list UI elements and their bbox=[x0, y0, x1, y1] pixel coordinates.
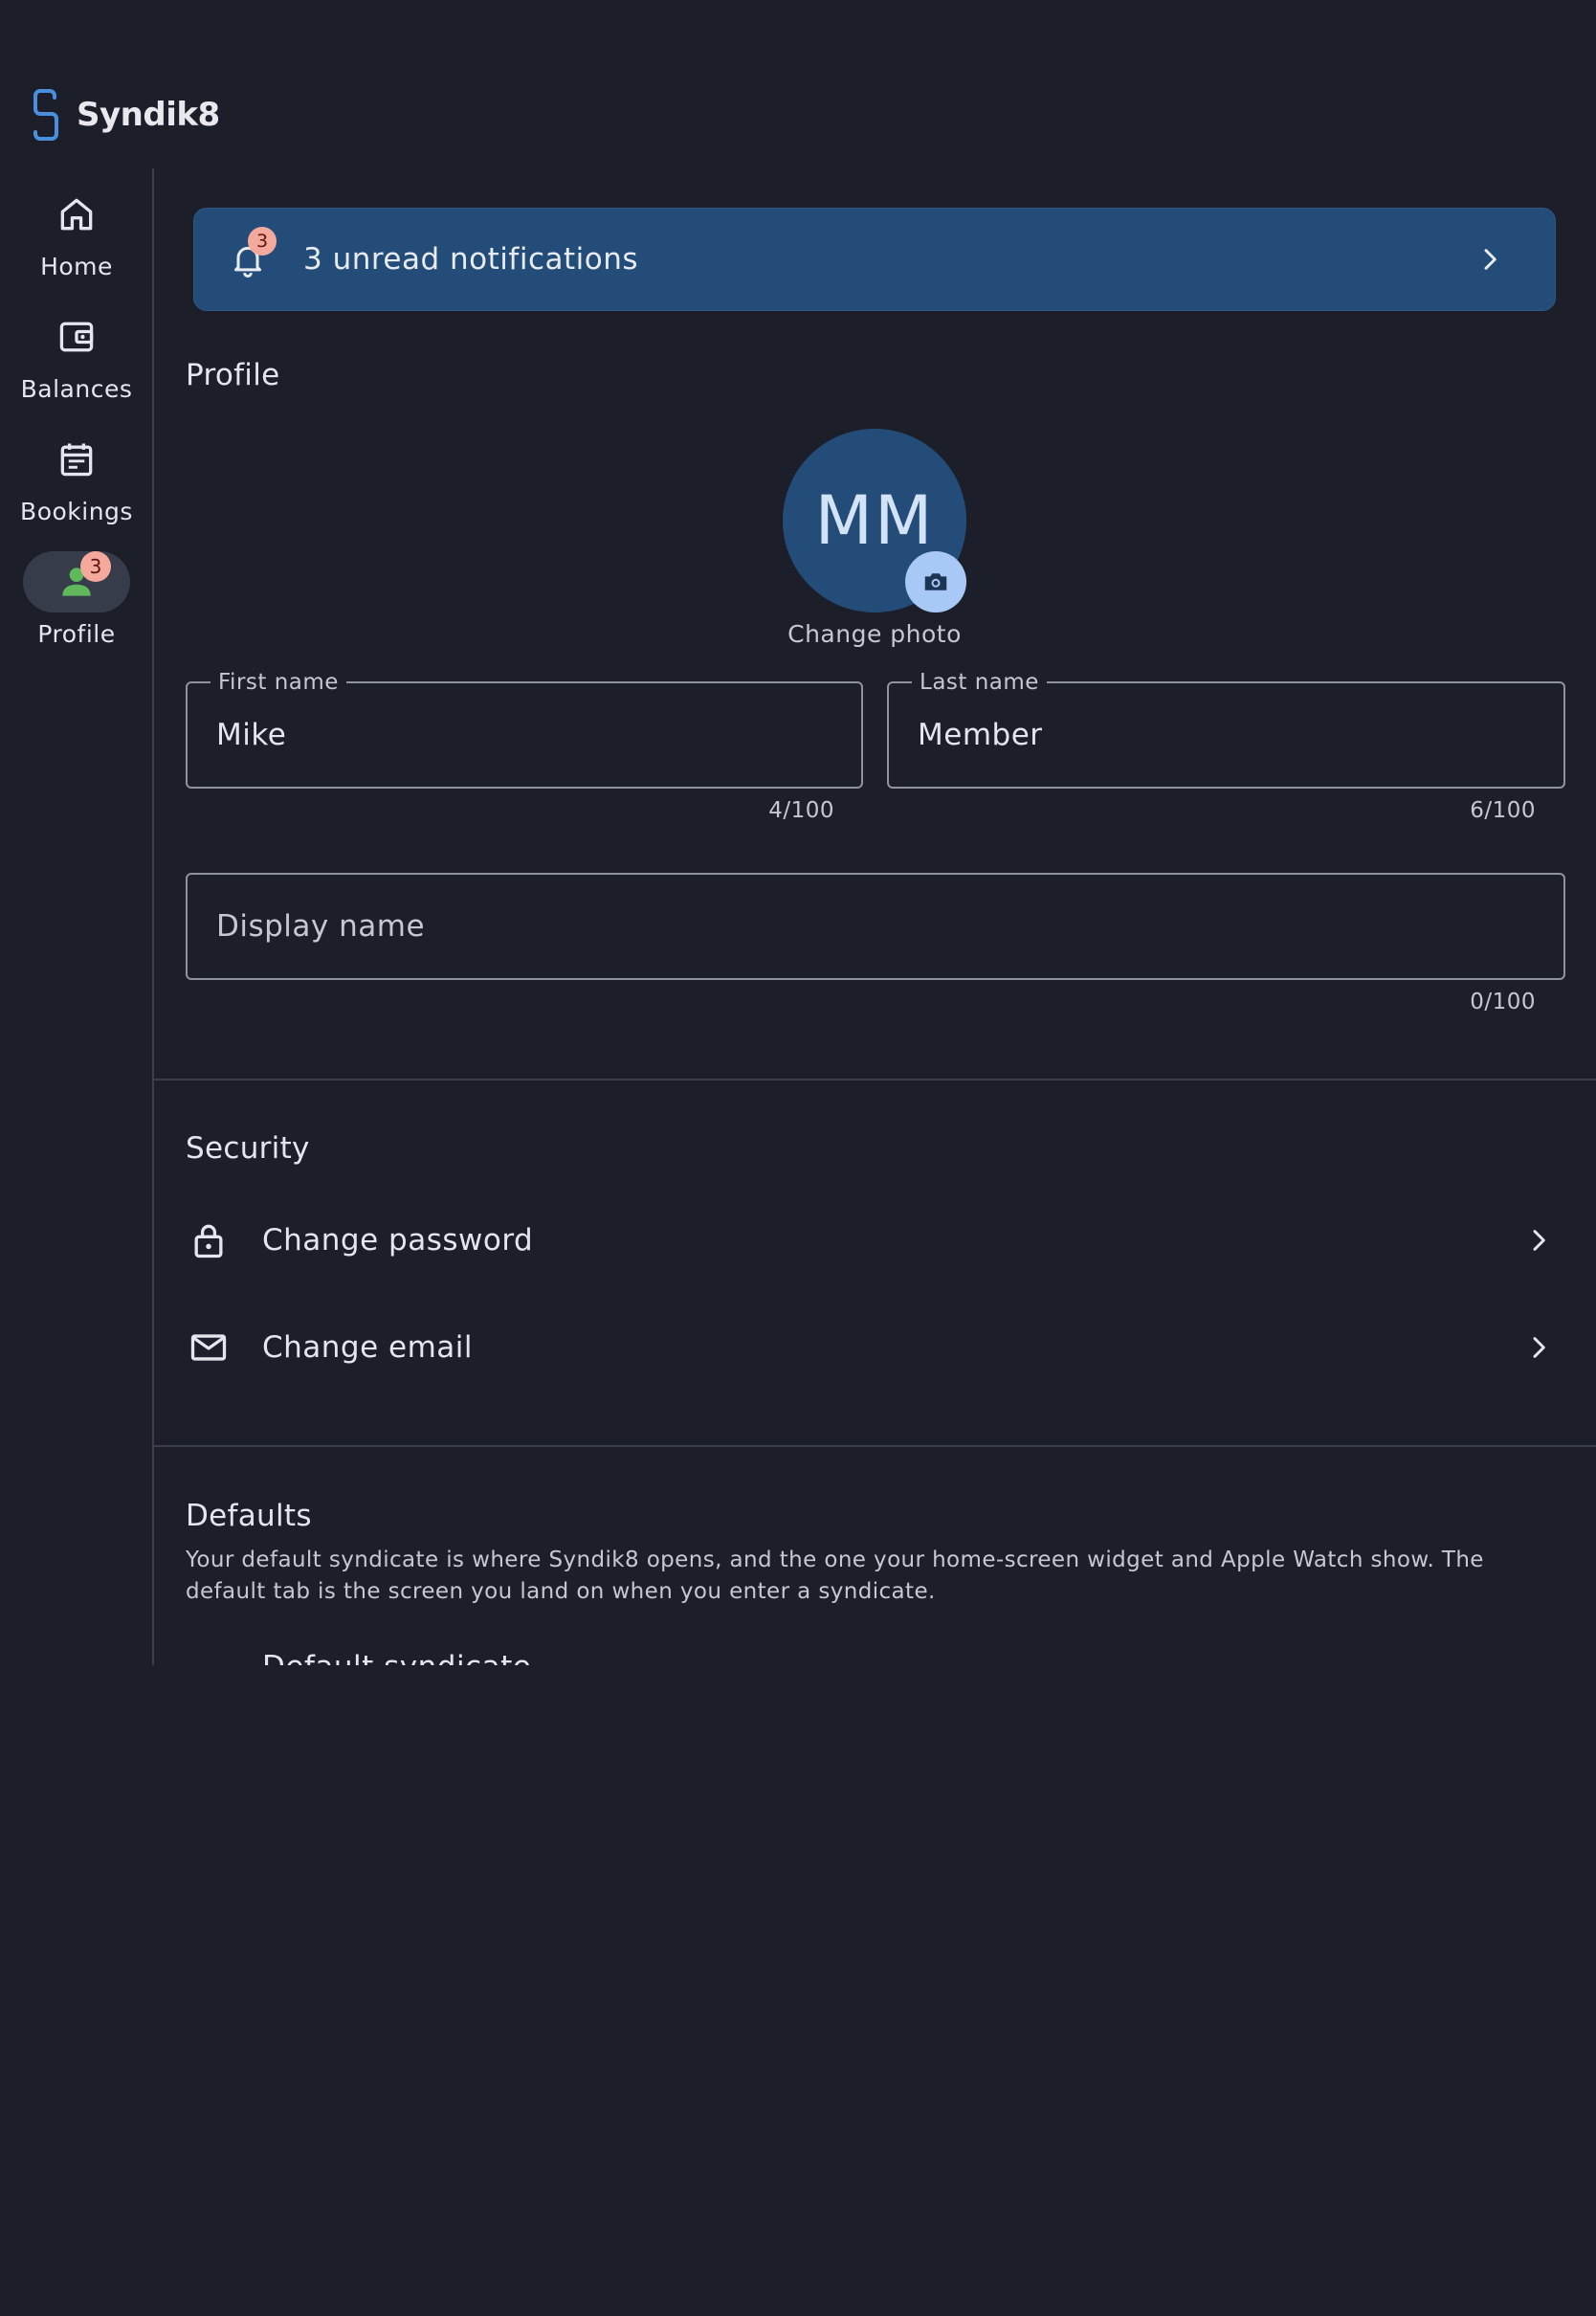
first-name-field[interactable]: First name Mike bbox=[186, 670, 863, 789]
app-name: Syndik8 bbox=[77, 96, 220, 134]
sidebar-item-home[interactable]: Home bbox=[0, 184, 153, 280]
change-photo-label[interactable]: Change photo bbox=[683, 620, 1066, 648]
sidebar-item-label: Profile bbox=[37, 620, 116, 648]
last-name-label: Last name bbox=[912, 670, 1047, 695]
security-section-title: Security bbox=[186, 1131, 310, 1166]
section-divider bbox=[154, 1079, 1596, 1080]
display-name-field[interactable]: Display name bbox=[186, 873, 1565, 980]
change-password-row[interactable]: Change password bbox=[186, 1202, 1563, 1279]
sidebar-item-label: Bookings bbox=[20, 498, 133, 525]
section-divider bbox=[154, 1445, 1596, 1447]
scroll-clip bbox=[153, 1665, 1596, 2316]
first-name-label: First name bbox=[211, 670, 346, 695]
sidebar-item-label: Balances bbox=[20, 375, 133, 403]
defaults-section-title: Defaults bbox=[186, 1499, 312, 1533]
chevron-right-icon bbox=[1484, 249, 1496, 270]
sidebar-item-profile[interactable]: 3 Profile bbox=[0, 551, 153, 648]
calendar-icon bbox=[60, 443, 93, 477]
home-icon bbox=[60, 198, 93, 231]
notifications-text: 3 unread notifications bbox=[303, 242, 639, 277]
lock-icon bbox=[194, 1224, 223, 1258]
wallet-icon bbox=[59, 322, 94, 352]
last-name-value[interactable]: Member bbox=[918, 718, 1043, 752]
sidebar-item-balances[interactable]: Balances bbox=[0, 306, 153, 403]
change-email-row[interactable]: Change email bbox=[186, 1309, 1563, 1386]
chevron-right-icon bbox=[1533, 1337, 1545, 1358]
sidebar-item-bookings[interactable]: Bookings bbox=[0, 429, 153, 525]
mail-icon bbox=[190, 1334, 227, 1361]
defaults-description: Your default syndicate is where Syndik8 … bbox=[186, 1548, 1484, 1604]
first-name-counter: 4/100 bbox=[768, 798, 834, 823]
last-name-counter: 6/100 bbox=[1470, 798, 1536, 823]
notification-badge: 3 bbox=[248, 227, 277, 256]
sidebar-item-label: Home bbox=[40, 253, 113, 280]
avatar-initials: MM bbox=[814, 481, 935, 560]
app-brand: Syndik8 bbox=[31, 88, 220, 142]
active-indicator: 3 bbox=[23, 551, 130, 612]
first-name-value[interactable]: Mike bbox=[216, 718, 286, 752]
change-email-label: Change email bbox=[262, 1330, 474, 1365]
camera-icon bbox=[924, 573, 947, 590]
change-photo-button[interactable] bbox=[905, 551, 966, 612]
display-name-placeholder[interactable]: Display name bbox=[216, 909, 425, 944]
profile-badge: 3 bbox=[80, 551, 111, 582]
chevron-right-icon bbox=[1533, 1230, 1545, 1251]
profile-section-title: Profile bbox=[186, 358, 280, 392]
change-password-label: Change password bbox=[262, 1223, 534, 1258]
last-name-field[interactable]: Last name Member bbox=[887, 670, 1565, 789]
syndik8-logo-icon bbox=[33, 89, 58, 141]
display-name-counter: 0/100 bbox=[1470, 990, 1536, 1014]
notifications-banner[interactable]: 3 3 unread notifications bbox=[193, 208, 1556, 311]
